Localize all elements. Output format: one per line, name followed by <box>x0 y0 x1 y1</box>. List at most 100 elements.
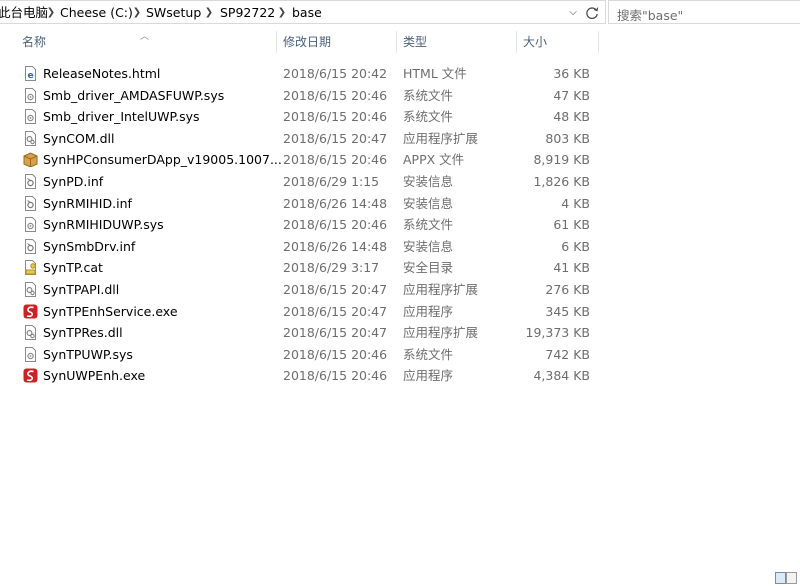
synaptics-exe-icon <box>23 368 38 383</box>
file-date: 2018/6/15 20:46 <box>283 87 388 103</box>
file-date: 2018/6/29 3:17 <box>283 260 380 276</box>
inf-file-icon <box>25 238 36 254</box>
file-row[interactable]: SynUWPEnh.exe 2018/6/15 20:46 应用程序 4,384 KB <box>20 365 598 387</box>
file-name: SynPD.inf <box>43 174 104 189</box>
system-file-icon <box>25 346 36 362</box>
column-header-name[interactable]: 名称 <box>22 29 46 55</box>
inf-file-icon <box>25 195 36 211</box>
column-divider[interactable] <box>598 31 599 53</box>
file-size: 1,826 KB <box>533 174 590 189</box>
file-date: 2018/6/15 20:46 <box>283 109 388 125</box>
system-file-icon <box>25 217 36 233</box>
system-file-icon <box>25 109 36 125</box>
file-date: 2018/6/15 20:42 <box>283 66 388 81</box>
file-name: Smb_driver_IntelUWP.sys <box>43 109 200 125</box>
file-row[interactable]: SynHPConsumerDApp_v19005.1007... 2018/6/1… <box>20 149 598 171</box>
file-type: 应用程序 <box>403 303 454 319</box>
file-date: 2018/6/15 20:47 <box>283 325 388 341</box>
file-type: 安装信息 <box>403 195 454 211</box>
catalog-file-icon <box>25 260 36 276</box>
file-name: SynCOM.dll <box>43 130 115 146</box>
file-row[interactable]: SynCOM.dll 2018/6/15 20:47 应用程序扩展 803 KB <box>20 128 598 150</box>
file-size: 742 KB <box>545 346 590 362</box>
file-type: HTML 文件 <box>403 66 467 81</box>
file-type: 应用程序扩展 <box>403 282 479 297</box>
file-date: 2018/6/15 20:47 <box>283 130 388 146</box>
file-date: 2018/6/15 20:46 <box>283 152 388 168</box>
file-type: 安全目录 <box>403 260 454 276</box>
file-row[interactable]: e ReleaseNotes.html 2018/6/15 20:42 HTML 文件… <box>20 63 598 85</box>
view-mode-icon[interactable] <box>775 572 797 584</box>
inf-file-icon <box>25 174 36 189</box>
file-date: 2018/6/15 20:46 <box>283 217 388 233</box>
synaptics-exe-icon <box>23 304 38 319</box>
file-row[interactable]: SynTPAPI.dll 2018/6/15 20:47 应用程序扩展 276 KB <box>20 279 598 301</box>
search-input[interactable]: 搜索"base" <box>608 0 800 24</box>
file-size: 4 KB <box>561 195 590 211</box>
file-row[interactable]: SynTPRes.dll 2018/6/15 20:47 应用程序扩展 19,373 … <box>20 322 598 344</box>
file-size: 41 KB <box>553 260 590 276</box>
file-type: 应用程序扩展 <box>403 325 479 341</box>
breadcrumb-sp92722[interactable]: SP92722 <box>220 4 275 22</box>
file-size: 8,919 KB <box>533 152 590 168</box>
file-row[interactable]: Smb_driver_IntelUWP.sys 2018/6/15 20:46 系统… <box>20 106 598 128</box>
file-size: 4,384 KB <box>533 368 590 384</box>
file-date: 2018/6/15 20:46 <box>283 346 388 362</box>
file-size: 6 KB <box>561 238 590 254</box>
address-history-dropdown-icon[interactable]: ⌵ <box>567 6 579 20</box>
file-name: SynSmbDrv.inf <box>43 238 136 254</box>
file-type: 应用程序扩展 <box>403 130 479 146</box>
file-name: Smb_driver_AMDASFUWP.sys <box>43 87 225 103</box>
file-type: 应用程序 <box>403 368 454 384</box>
breadcrumb-separator-icon[interactable]: ❯ <box>45 3 57 23</box>
breadcrumb-this-pc[interactable]: 此台电脑 <box>0 4 48 22</box>
file-date: 2018/6/26 14:48 <box>283 195 388 211</box>
breadcrumb-base[interactable]: base <box>292 4 322 22</box>
system-file-icon <box>25 87 36 103</box>
file-name: SynTPAPI.dll <box>43 282 120 297</box>
file-row[interactable]: SynRMIHIDUWP.sys 2018/6/15 20:46 系统文件 61 KB <box>20 214 598 236</box>
file-name: ReleaseNotes.html <box>43 66 161 81</box>
file-type: 系统文件 <box>403 217 454 233</box>
file-type: 系统文件 <box>403 87 454 103</box>
dll-file-icon <box>25 325 36 341</box>
file-type: 系统文件 <box>403 346 454 362</box>
file-row[interactable]: SynSmbDrv.inf 2018/6/26 14:48 安装信息 6 KB <box>20 236 598 258</box>
breadcrumb-swsetup[interactable]: SWsetup <box>146 4 201 22</box>
column-header-size[interactable]: 大小 <box>523 29 547 55</box>
file-row[interactable]: SynTPEnhService.exe 2018/6/15 20:47 应用程序 34… <box>20 301 598 323</box>
sort-ascending-icon: ︿ <box>140 32 150 42</box>
file-date: 2018/6/15 20:47 <box>283 303 388 319</box>
file-date: 2018/6/29 1:15 <box>283 174 380 189</box>
file-name: SynTP.cat <box>43 260 103 276</box>
breadcrumb-drive[interactable]: Cheese (C:) <box>60 4 133 22</box>
refresh-icon[interactable] <box>583 4 601 22</box>
file-size: 61 KB <box>553 217 590 233</box>
file-row[interactable]: SynPD.inf 2018/6/29 1:15 安装信息 1,826 KB <box>20 171 598 193</box>
file-row[interactable]: SynTPUWP.sys 2018/6/15 20:46 系统文件 742 KB <box>20 344 598 366</box>
breadcrumb-separator-icon[interactable]: ❯ <box>131 3 143 23</box>
column-header-date[interactable]: 修改日期 <box>283 29 331 55</box>
file-name: SynUWPEnh.exe <box>43 368 146 384</box>
address-bar[interactable]: 此台电脑 ❯ Cheese (C:) ❯ SWsetup ❯ SP92722 ❯… <box>0 0 606 24</box>
file-size: 19,373 KB <box>525 325 590 341</box>
file-type: 安装信息 <box>403 238 454 254</box>
file-name: SynTPRes.dll <box>43 325 123 341</box>
file-row[interactable]: SynTP.cat 2018/6/29 3:17 安全目录 41 KB <box>20 257 598 279</box>
file-row[interactable]: SynRMIHID.inf 2018/6/26 14:48 安装信息 4 KB <box>20 193 598 215</box>
column-header-type[interactable]: 类型 <box>403 29 427 55</box>
column-divider[interactable] <box>276 31 277 53</box>
file-name: SynHPConsumerDApp_v19005.1007... <box>43 152 282 168</box>
file-size: 36 KB <box>553 66 590 81</box>
breadcrumb-separator-icon[interactable]: ❯ <box>203 3 215 23</box>
html-file-icon: e <box>25 66 36 81</box>
dll-file-icon <box>25 130 36 146</box>
breadcrumb-separator-icon[interactable]: ❯ <box>276 3 288 23</box>
column-divider[interactable] <box>516 31 517 53</box>
file-row[interactable]: Smb_driver_AMDASFUWP.sys 2018/6/15 20:46 系… <box>20 85 598 107</box>
package-icon <box>23 152 38 168</box>
file-date: 2018/6/15 20:47 <box>283 282 388 297</box>
file-date: 2018/6/26 14:48 <box>283 238 388 254</box>
file-size: 276 KB <box>545 282 590 297</box>
column-divider[interactable] <box>396 31 397 53</box>
